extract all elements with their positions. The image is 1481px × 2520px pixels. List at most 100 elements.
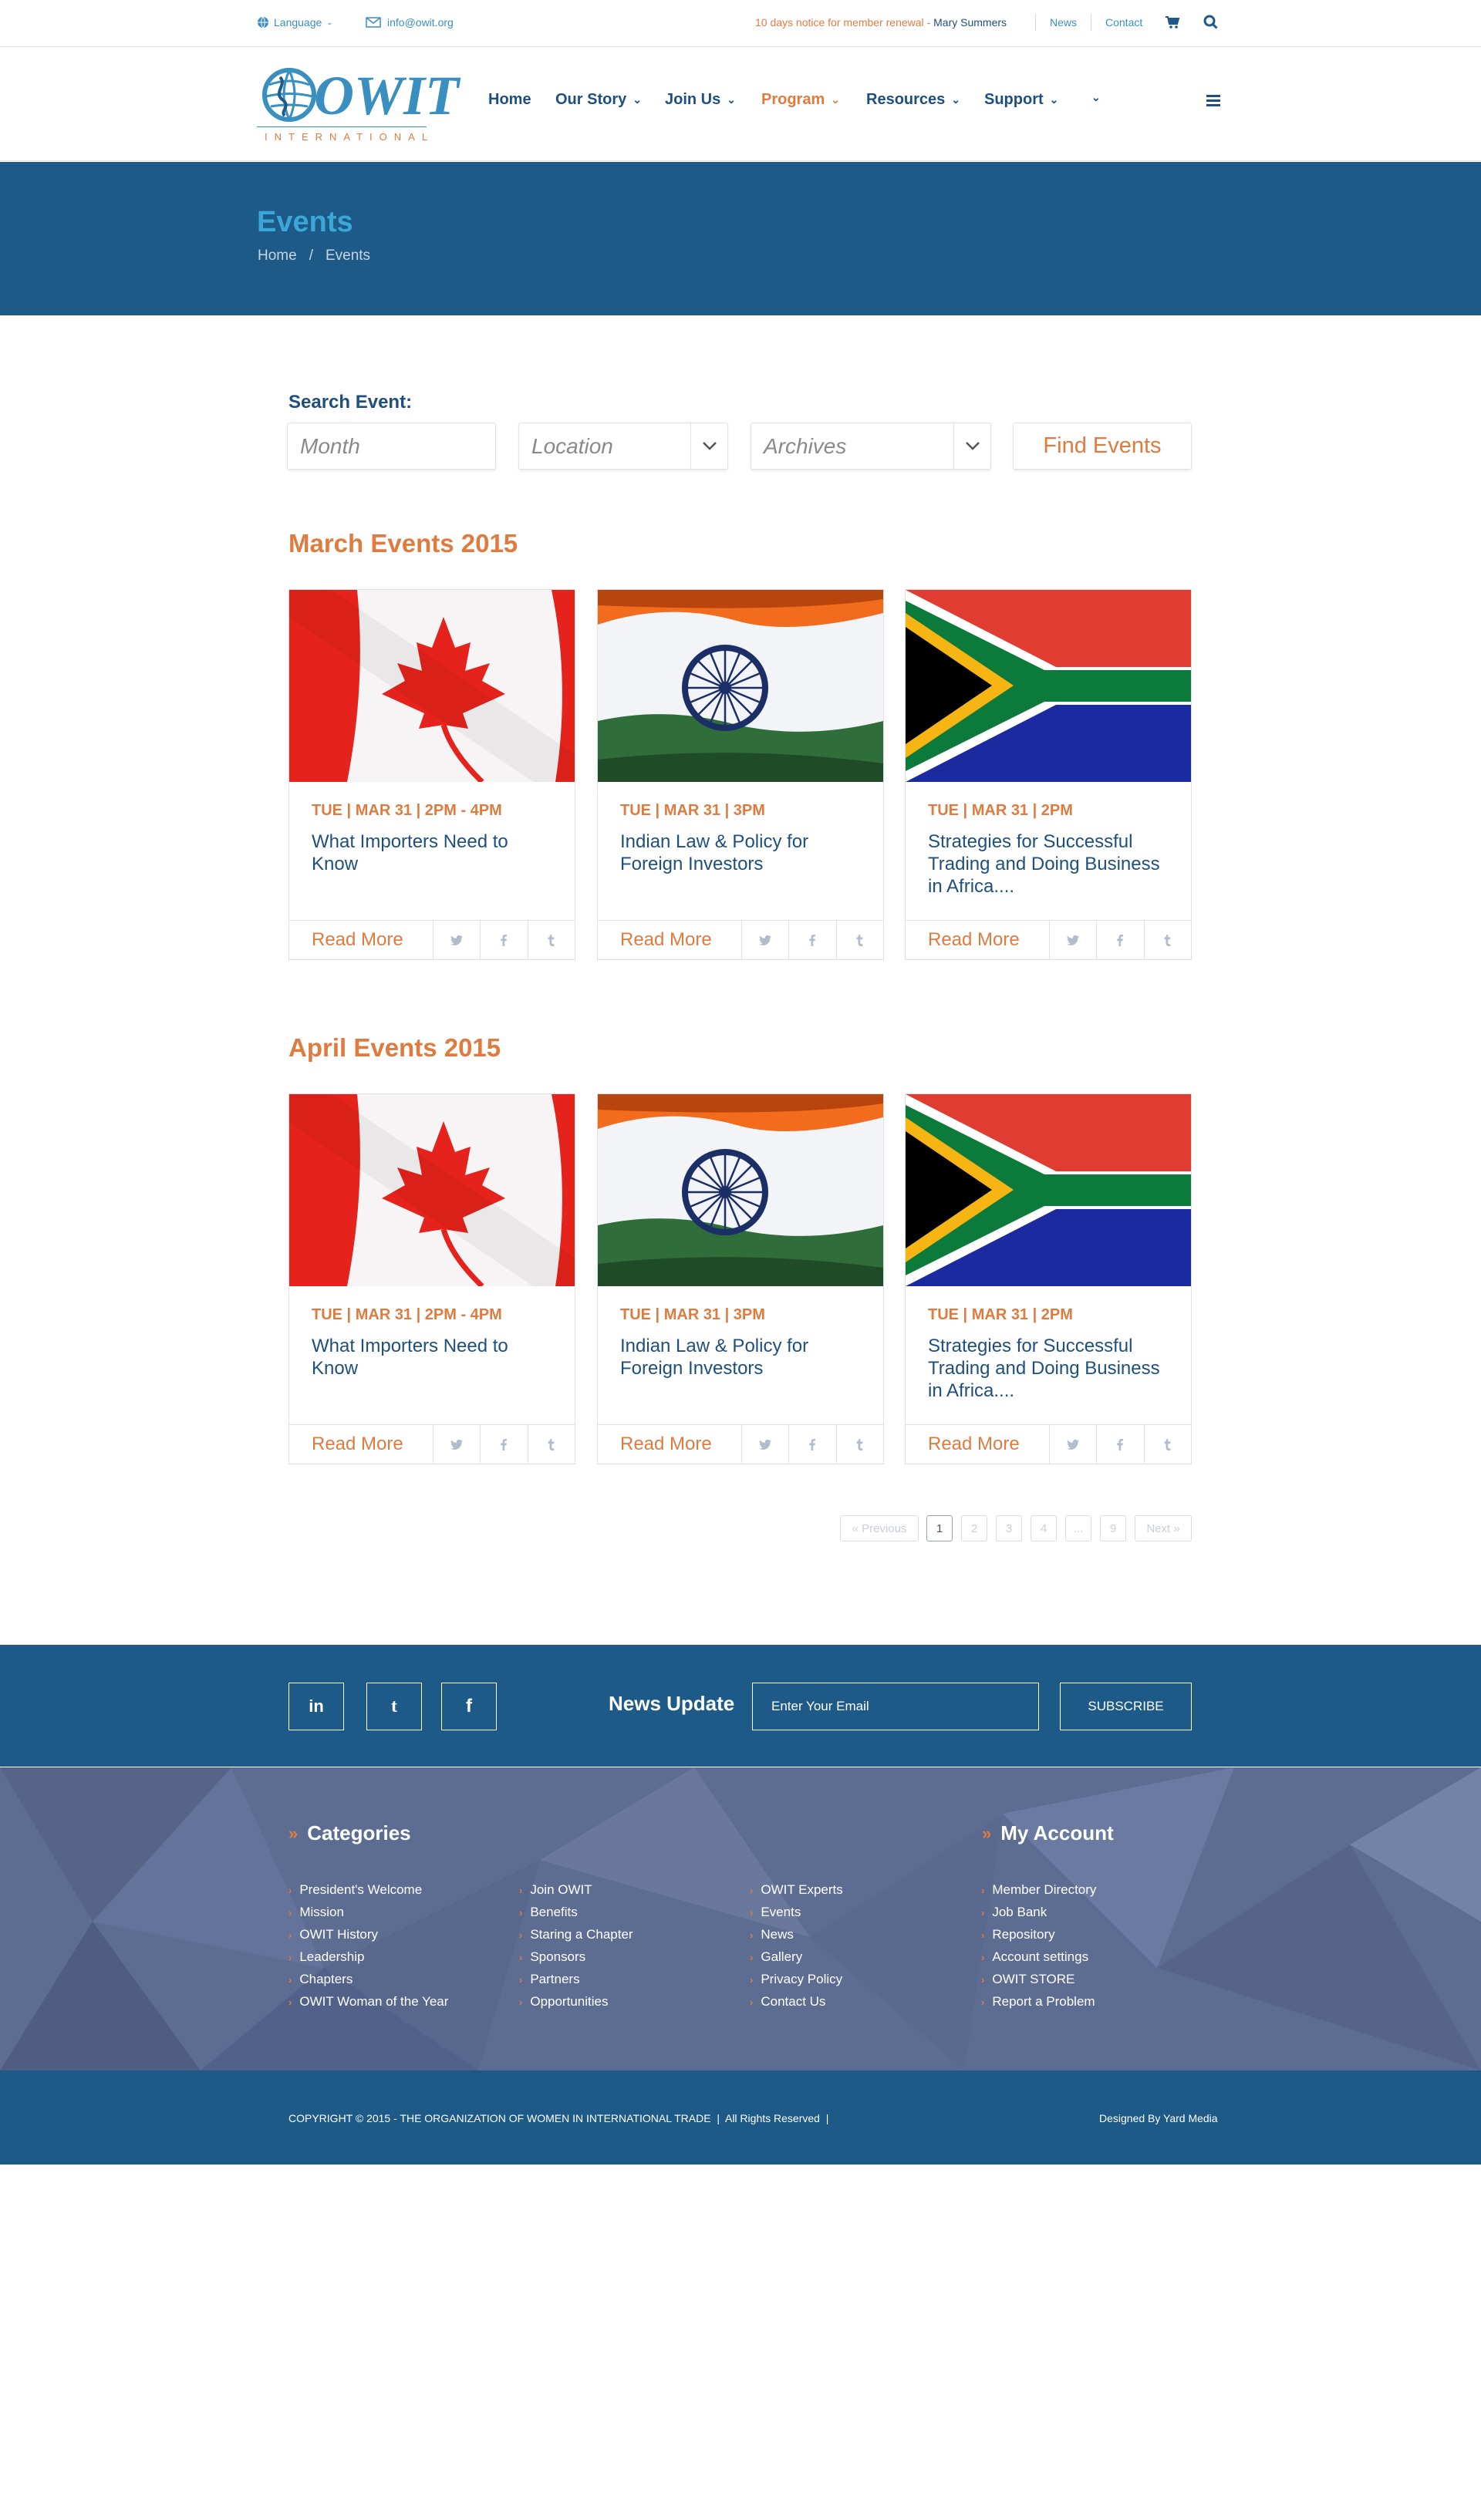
twitter-icon[interactable]: t xyxy=(366,1683,422,1730)
event-title[interactable]: Indian Law & Policy for Foreign Investor… xyxy=(620,830,867,875)
event-card[interactable]: TUE | MAR 31 | 2PM - 4PM What Importers N… xyxy=(288,1093,575,1464)
facebook-share-icon[interactable] xyxy=(789,1425,837,1464)
owit-logo[interactable]: OWIT INTERNATIONAL xyxy=(257,62,459,145)
hamburger-menu-icon[interactable] xyxy=(1206,95,1220,110)
twitter-share-icon[interactable] xyxy=(742,1425,790,1464)
nav-our-story[interactable]: Our Story ⌄ xyxy=(555,91,642,109)
india-flag-image[interactable] xyxy=(598,590,883,782)
breadcrumb-home[interactable]: Home xyxy=(258,248,297,264)
event-card[interactable]: TUE | MAR 31 | 2PM Strategies for Success… xyxy=(905,1093,1192,1464)
read-more-link[interactable]: Read More xyxy=(598,921,742,959)
month-field[interactable]: Month xyxy=(287,423,496,470)
tumblr-share-icon[interactable] xyxy=(837,921,883,959)
twitter-share-icon[interactable] xyxy=(434,921,481,959)
read-more-link[interactable]: Read More xyxy=(598,1425,742,1464)
language-selector[interactable]: Language ⌄ xyxy=(257,16,333,29)
footer-link[interactable]: › Partners xyxy=(519,1972,580,1987)
footer-link[interactable]: › News xyxy=(750,1927,794,1942)
footer-link[interactable]: › OWIT STORE xyxy=(981,1972,1074,1987)
tumblr-share-icon[interactable] xyxy=(1145,921,1191,959)
footer-link[interactable]: › Gallery xyxy=(750,1949,802,1965)
footer-link[interactable]: › Contact Us xyxy=(750,1994,825,2010)
canada-flag-image[interactable] xyxy=(289,590,575,782)
event-card[interactable]: TUE | MAR 31 | 2PM - 4PM What Importers N… xyxy=(288,589,575,960)
read-more-link[interactable]: Read More xyxy=(289,1425,434,1464)
footer-link[interactable]: › Benefits xyxy=(519,1905,578,1920)
footer-link[interactable]: › Privacy Policy xyxy=(750,1972,842,1987)
read-more-link[interactable]: Read More xyxy=(289,921,434,959)
footer-link[interactable]: › Leadership xyxy=(288,1949,364,1965)
read-more-link[interactable]: Read More xyxy=(906,921,1050,959)
event-title[interactable]: Strategies for Successful Trading and Do… xyxy=(928,830,1175,898)
footer-link[interactable]: › OWIT Woman of the Year xyxy=(288,1994,448,2010)
footer-link[interactable]: › President's Welcome xyxy=(288,1882,422,1898)
facebook-icon[interactable]: f xyxy=(441,1683,497,1730)
nav-join-us[interactable]: Join Us ⌄ xyxy=(665,91,736,109)
pagination-page-4[interactable]: 4 xyxy=(1031,1515,1057,1541)
footer-link[interactable]: › Events xyxy=(750,1905,801,1920)
tumblr-share-icon[interactable] xyxy=(837,1425,883,1464)
contact-link[interactable]: Contact xyxy=(1105,16,1142,29)
twitter-share-icon[interactable] xyxy=(1050,921,1098,959)
tumblr-share-icon[interactable] xyxy=(528,921,575,959)
tumblr-share-icon[interactable] xyxy=(528,1425,575,1464)
footer-link[interactable]: › Job Bank xyxy=(981,1905,1047,1920)
location-select[interactable]: Location xyxy=(518,423,728,470)
footer-link[interactable]: › Staring a Chapter xyxy=(519,1927,633,1942)
south-africa-flag-image[interactable] xyxy=(906,1094,1191,1286)
newsletter-email-input[interactable]: Enter Your Email xyxy=(752,1683,1039,1730)
twitter-share-icon[interactable] xyxy=(1050,1425,1098,1464)
event-title[interactable]: What Importers Need to Know xyxy=(312,830,558,875)
pagination-page-3[interactable]: 3 xyxy=(996,1515,1022,1541)
event-title[interactable]: What Importers Need to Know xyxy=(312,1335,558,1380)
pagination-page-2[interactable]: 2 xyxy=(961,1515,987,1541)
footer-link[interactable]: › Join OWIT xyxy=(519,1882,592,1898)
footer-link[interactable]: › Report a Problem xyxy=(981,1994,1095,2010)
pagination-next[interactable]: Next » xyxy=(1135,1515,1192,1541)
tumblr-share-icon[interactable] xyxy=(1145,1425,1191,1464)
nav-more-chevron-icon[interactable]: ⌄ xyxy=(1091,91,1101,104)
twitter-share-icon[interactable] xyxy=(434,1425,481,1464)
pagination-page-1[interactable]: 1 xyxy=(926,1515,953,1541)
designed-by-link[interactable]: Designed By Yard Media xyxy=(1099,2112,1218,2124)
nav-support[interactable]: Support ⌄ xyxy=(984,91,1058,109)
footer-link[interactable]: › Member Directory xyxy=(981,1882,1096,1898)
facebook-share-icon[interactable] xyxy=(789,921,837,959)
nav-home[interactable]: Home xyxy=(488,91,531,109)
event-card[interactable]: TUE | MAR 31 | 3PM Indian Law & Policy fo… xyxy=(597,589,884,960)
footer-link[interactable]: › Chapters xyxy=(288,1972,353,1987)
facebook-share-icon[interactable] xyxy=(481,921,528,959)
india-flag-image[interactable] xyxy=(598,1094,883,1286)
event-title[interactable]: Indian Law & Policy for Foreign Investor… xyxy=(620,1335,867,1380)
footer-link[interactable]: › Sponsors xyxy=(519,1949,585,1965)
pagination-previous[interactable]: « Previous xyxy=(840,1515,919,1541)
canada-flag-image[interactable] xyxy=(289,1094,575,1286)
footer-link[interactable]: › Mission xyxy=(288,1905,344,1920)
facebook-share-icon[interactable] xyxy=(481,1425,528,1464)
cart-icon[interactable] xyxy=(1165,15,1180,33)
footer-link[interactable]: › OWIT History xyxy=(288,1927,378,1942)
south-africa-flag-image[interactable] xyxy=(906,590,1191,782)
event-card[interactable]: TUE | MAR 31 | 2PM Strategies for Success… xyxy=(905,589,1192,960)
search-icon[interactable] xyxy=(1203,15,1219,34)
footer-link[interactable]: › Account settings xyxy=(981,1949,1088,1965)
read-more-link[interactable]: Read More xyxy=(906,1425,1050,1464)
footer-link[interactable]: › Opportunities xyxy=(519,1994,608,2010)
subscribe-button[interactable]: SUBSCRIBE xyxy=(1060,1683,1192,1730)
footer-link[interactable]: › Repository xyxy=(981,1927,1055,1942)
facebook-share-icon[interactable] xyxy=(1097,921,1145,959)
linkedin-icon[interactable]: in xyxy=(288,1683,344,1730)
facebook-share-icon[interactable] xyxy=(1097,1425,1145,1464)
nav-program[interactable]: Program ⌄ xyxy=(761,91,840,109)
pagination-page-9[interactable]: 9 xyxy=(1100,1515,1126,1541)
event-card[interactable]: TUE | MAR 31 | 3PM Indian Law & Policy fo… xyxy=(597,1093,884,1464)
footer-link[interactable]: › OWIT Experts xyxy=(750,1882,843,1898)
user-name[interactable]: Mary Summers xyxy=(933,16,1007,29)
email-link[interactable]: info@owit.org xyxy=(366,16,454,29)
archives-select[interactable]: Archives xyxy=(751,423,991,470)
nav-resources[interactable]: Resources ⌄ xyxy=(866,91,960,109)
news-link[interactable]: News xyxy=(1050,16,1077,29)
event-title[interactable]: Strategies for Successful Trading and Do… xyxy=(928,1335,1175,1402)
find-events-button[interactable]: Find Events xyxy=(1013,423,1192,470)
twitter-share-icon[interactable] xyxy=(742,921,790,959)
